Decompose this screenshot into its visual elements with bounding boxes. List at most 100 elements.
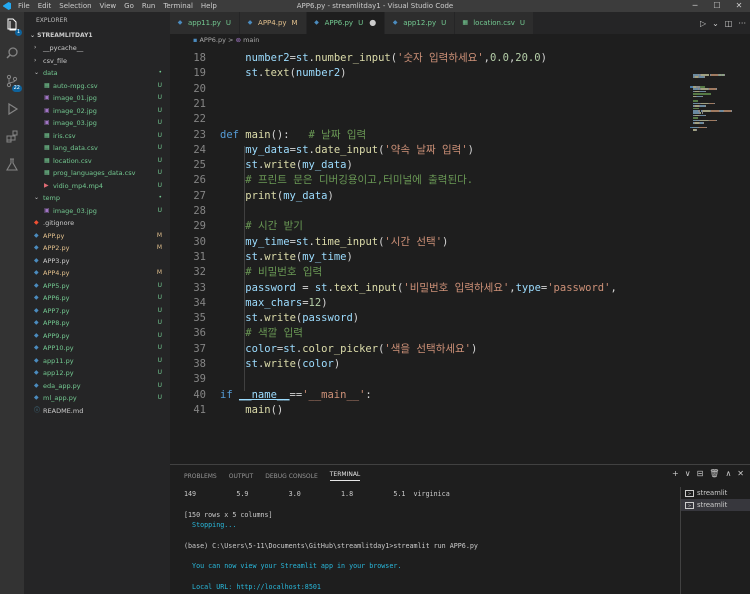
minimap[interactable] <box>680 44 750 464</box>
tree-item[interactable]: ▣ image_03.jpg U <box>24 117 170 130</box>
menu-selection[interactable]: Selection <box>55 2 95 10</box>
code-token: ) <box>352 312 360 325</box>
menu-go[interactable]: Go <box>120 2 138 10</box>
tree-item[interactable]: ◆ APP8.py U <box>24 317 170 330</box>
minimize-button[interactable]: ─ <box>684 0 706 12</box>
minimap-token <box>709 88 717 90</box>
tab-git-status: M <box>291 19 298 27</box>
tree-item[interactable]: ◆ ml_app.py U <box>24 392 170 405</box>
menu-terminal[interactable]: Terminal <box>159 2 197 10</box>
tree-item[interactable]: ◆ APP5.py U <box>24 280 170 293</box>
table-icon: ▦ <box>44 81 50 89</box>
code-editor[interactable]: 18 number2=st.number_input('숫자 입력하세요',0.… <box>170 44 680 464</box>
tree-item[interactable]: ◆ app11.py U <box>24 355 170 368</box>
tree-item[interactable]: › __pycache__ <box>24 42 170 55</box>
tree-item[interactable]: ⓘ README.md <box>24 405 170 418</box>
new-terminal-icon[interactable]: + <box>672 469 679 478</box>
run-file-icon[interactable]: ▷ <box>700 19 706 28</box>
menu-file[interactable]: File <box>14 2 34 10</box>
breadcrumb-symbol[interactable]: main <box>243 36 259 44</box>
code-token: password <box>245 281 296 294</box>
line-number: 40 <box>193 388 206 401</box>
panel-tab-debug-console[interactable]: DEBUG CONSOLE <box>265 473 318 480</box>
more-actions-icon[interactable]: ··· <box>738 19 746 28</box>
menu-view[interactable]: View <box>96 2 121 10</box>
close-button[interactable]: ✕ <box>728 0 750 12</box>
tree-item[interactable]: ◆ APP6.py U <box>24 292 170 305</box>
tree-item[interactable]: ◆ app12.py U <box>24 367 170 380</box>
tree-item-label: image_03.jpg <box>53 119 97 127</box>
tree-item[interactable]: ◆ APP9.py U <box>24 330 170 343</box>
tree-item[interactable]: ▦ auto-mpg.csv U <box>24 80 170 93</box>
close-panel-icon[interactable]: ✕ <box>737 469 744 478</box>
python-icon: ◆ <box>34 244 39 251</box>
code-line: 40 if __name__=='__main__': <box>170 388 680 403</box>
tree-item[interactable]: ▶ vidio_mp4.mp4 U <box>24 180 170 193</box>
code-token: ) <box>327 189 334 202</box>
run-debug-icon[interactable] <box>4 102 20 118</box>
tree-item[interactable]: ◆ APP.py M <box>24 230 170 243</box>
terminal-instance[interactable]: > streamlit <box>681 487 750 499</box>
tree-item[interactable]: ◆ APP4.py M <box>24 267 170 280</box>
split-terminal-icon[interactable]: ⊟ <box>697 469 704 478</box>
tree-item[interactable]: › csv_file <box>24 55 170 68</box>
minimap-token <box>724 110 732 112</box>
tree-item[interactable]: ▦ prog_languages_data.csv U <box>24 167 170 180</box>
menu-help[interactable]: Help <box>197 2 221 10</box>
split-editor-icon[interactable]: ◫ <box>725 19 733 28</box>
tree-item[interactable]: ◆ eda_app.py U <box>24 380 170 393</box>
terminal-output[interactable]: 149 5.9 3.0 1.8 5.1 virginica [150 rows x… <box>184 489 674 594</box>
tree-item[interactable]: ▦ iris.csv U <box>24 130 170 143</box>
tree-item-label: image_03.jpg <box>53 206 97 215</box>
tree-item[interactable]: ▦ lang_data.csv U <box>24 142 170 155</box>
tab-app4-py[interactable]: ◆ APP4.py M <box>240 12 307 34</box>
tab-app11-py[interactable]: ◆ app11.py U <box>170 12 241 34</box>
menu-run[interactable]: Run <box>138 2 159 10</box>
tree-item[interactable]: ⌄ data • <box>24 67 170 80</box>
panel-tab-problems[interactable]: PROBLEMS <box>184 473 217 480</box>
line-number: 21 <box>193 97 206 110</box>
line-number: 25 <box>193 159 206 172</box>
extensions-icon[interactable] <box>4 130 20 146</box>
tree-item[interactable]: ▣ image_01.jpg U <box>24 92 170 105</box>
workspace-folder[interactable]: ⌄ STREAMLITDAY1 <box>24 30 170 42</box>
tab-app6-py[interactable]: ◆ APP6.py U ● <box>306 12 386 34</box>
tab-location-csv[interactable]: ▦ location.csv U <box>455 12 534 34</box>
tree-item[interactable]: ▣ image_03.jpg U <box>24 205 170 218</box>
tab-app12-py[interactable]: ◆ app12.py U <box>385 12 456 34</box>
tree-item[interactable]: ◆ APP3.py <box>24 255 170 268</box>
panel-tab-output[interactable]: OUTPUT <box>229 473 253 480</box>
maximize-button[interactable]: ☐ <box>706 0 728 12</box>
git-status: U <box>157 181 162 189</box>
tree-item[interactable]: ◆ APP2.py M <box>24 242 170 255</box>
trash-icon[interactable]: 🗑 <box>709 469 719 478</box>
code-token: color <box>245 342 277 355</box>
tab-label: APP6.py <box>324 19 354 27</box>
tree-item[interactable]: ▦ location.csv U <box>24 155 170 168</box>
menu-edit[interactable]: Edit <box>34 2 56 10</box>
python-file-icon: ◆ <box>314 19 319 26</box>
maximize-panel-icon[interactable]: ∧ <box>725 469 731 478</box>
chevron-down-icon[interactable]: ⌄ <box>712 19 719 28</box>
search-icon[interactable] <box>4 46 20 62</box>
unsaved-dot-icon[interactable]: ● <box>369 12 376 34</box>
source-control-icon[interactable]: 22 <box>4 74 22 92</box>
terminal-instance[interactable]: > streamlit <box>681 499 750 511</box>
testing-icon[interactable] <box>4 158 20 174</box>
code-token: main <box>245 403 271 416</box>
tree-item[interactable]: ◆ APP7.py U <box>24 305 170 318</box>
breadcrumb-file[interactable]: APP6.py <box>199 36 225 44</box>
code-token: '색을 선택하세요' <box>384 342 471 355</box>
explorer-icon[interactable]: 1 <box>4 18 22 36</box>
tree-item-label: APP7.py <box>43 306 70 315</box>
tree-item[interactable]: ▣ image_02.jpg U <box>24 105 170 118</box>
tree-item-label: .gitignore <box>43 219 75 227</box>
tree-item[interactable]: ◆ .gitignore <box>24 217 170 230</box>
tree-item[interactable]: ◆ APP10.py U <box>24 342 170 355</box>
tree-item[interactable]: ⌄ temp • <box>24 192 170 205</box>
panel-tab-terminal[interactable]: TERMINAL <box>329 471 361 481</box>
chevron-down-icon[interactable]: ∨ <box>685 469 691 478</box>
